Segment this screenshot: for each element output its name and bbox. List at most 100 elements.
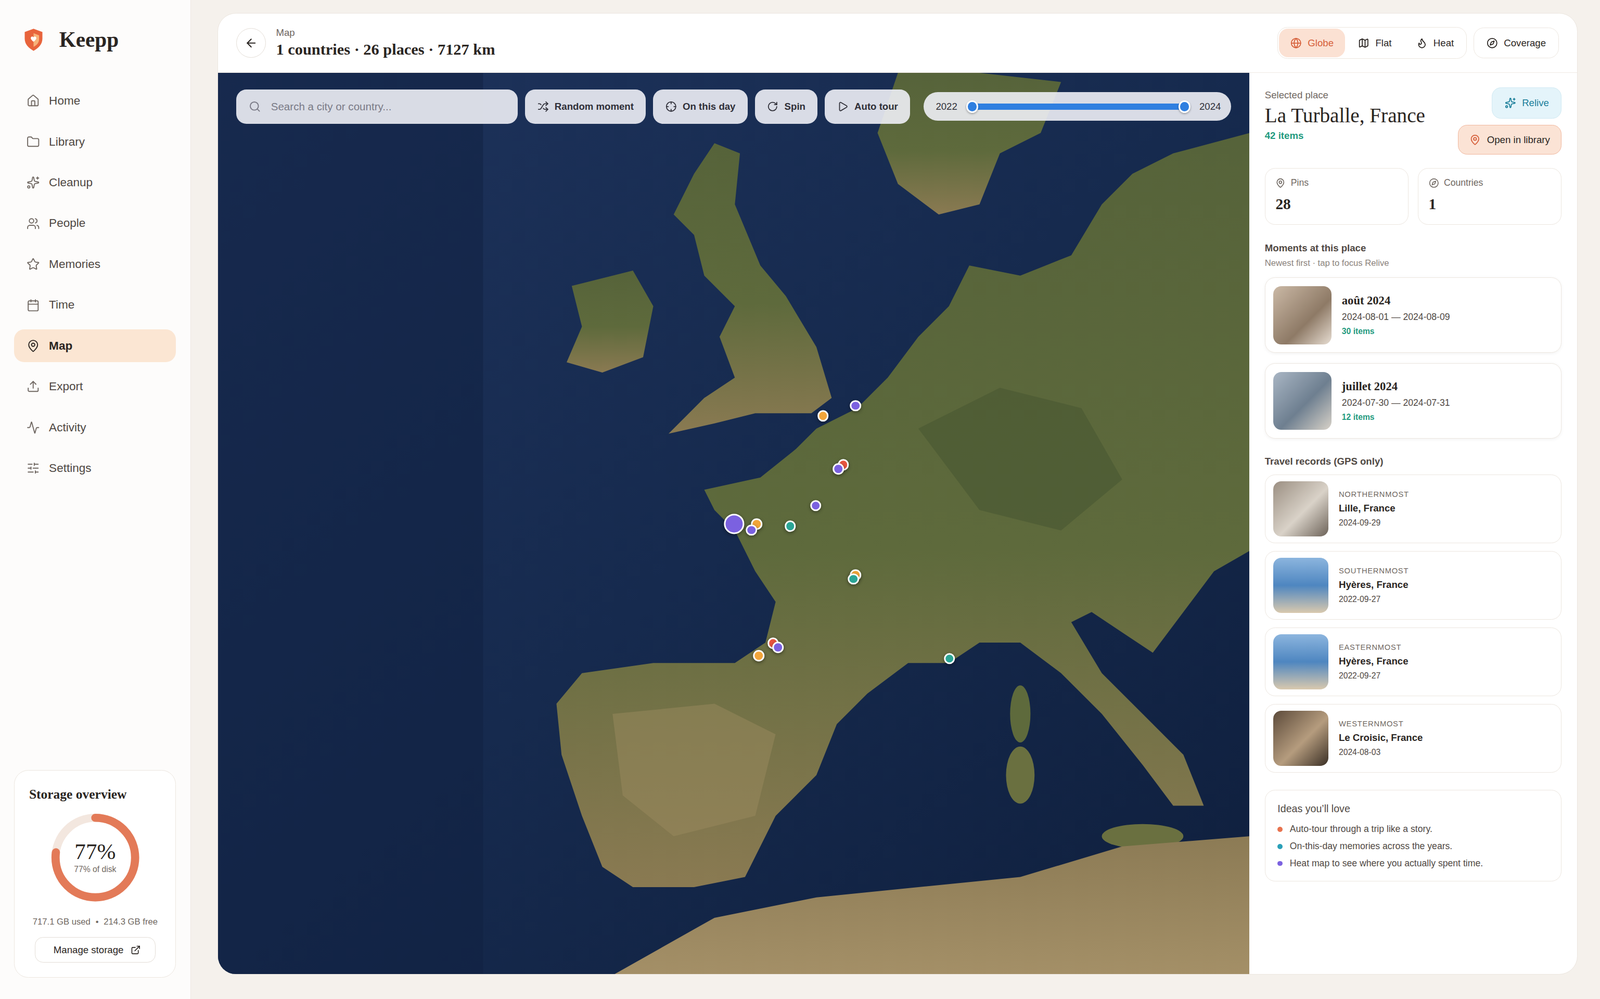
place-title: La Turballe, France (1264, 103, 1426, 127)
moment-photo (1273, 372, 1332, 431)
coverage-button[interactable]: Coverage (1473, 27, 1559, 59)
search-icon (248, 100, 262, 113)
search-input[interactable] (269, 99, 506, 114)
sidebar-item[interactable]: Settings (14, 452, 176, 485)
sidebar-item[interactable]: Library (14, 125, 176, 159)
range-thumb[interactable] (1178, 100, 1192, 113)
view-switch: GlobeFlatHeat (1277, 27, 1467, 59)
idea-row: Auto-tour through a trip like a story. (1277, 823, 1550, 835)
sidebar-item[interactable]: Cleanup (14, 166, 176, 200)
map-pin[interactable] (784, 520, 797, 532)
logo-icon (20, 26, 47, 54)
map-action-button[interactable]: Auto tour (824, 89, 911, 125)
storage-title: Storage overview (29, 786, 127, 803)
back-button[interactable] (236, 28, 266, 58)
map-pin[interactable] (817, 410, 829, 422)
activity-icon (26, 420, 40, 434)
compass-icon (1428, 177, 1440, 189)
shuffle-icon (537, 100, 549, 113)
record-photo (1273, 481, 1329, 537)
map-pin[interactable] (810, 500, 822, 512)
storage-caption: 77% of disk (73, 864, 117, 875)
view-tab[interactable]: Flat (1347, 28, 1404, 58)
manage-storage-button[interactable]: Manage storage (34, 937, 157, 963)
moment-card[interactable]: août 20242024-08-01 — 2024-08-0930 items (1264, 277, 1563, 353)
moment-photo (1273, 286, 1332, 345)
stat-card: Pins28 (1264, 168, 1410, 226)
map-action-button[interactable]: Random moment (525, 89, 647, 125)
storage-meta: 717.1 GB used•214.3 GB free (32, 916, 158, 928)
compass-icon (1486, 37, 1499, 49)
stat-card: Countries1 (1417, 168, 1563, 226)
place-count: 42 items (1264, 130, 1426, 142)
map-pin[interactable] (832, 463, 844, 475)
sidebar-item[interactable]: Export (14, 370, 176, 404)
sparkles-icon (1504, 97, 1517, 109)
map-pin[interactable] (848, 573, 860, 585)
map-pin-icon (26, 339, 40, 353)
records-title: Travel records (GPS only) (1264, 455, 1563, 468)
sidebar-item[interactable]: Map (14, 329, 176, 363)
main: Map1 countries · 26 places · 7127 kmGlob… (190, 0, 1600, 999)
sidebar-item[interactable]: Activity (14, 411, 176, 444)
map[interactable]: Random momentOn this daySpinAuto tour 202… (218, 72, 1250, 975)
map-toolbar: Random momentOn this daySpinAuto tour 202… (236, 89, 1232, 125)
people-icon (26, 216, 40, 230)
folder-icon (26, 135, 40, 149)
range-thumb[interactable] (966, 100, 979, 113)
storage-ring: 77%77% of disk (48, 810, 143, 905)
record-photo (1273, 634, 1329, 690)
search-box[interactable] (236, 89, 518, 125)
record-card[interactable]: WESTERNMOSTLe Croisic, France2024-08-03 (1264, 704, 1563, 773)
map-pin[interactable] (850, 400, 862, 412)
record-card[interactable]: NORTHERNMOSTLille, France2024-09-29 (1264, 474, 1563, 543)
arrow-left-icon (244, 36, 258, 50)
range-from: 2022 (935, 100, 957, 113)
record-photo (1273, 557, 1329, 613)
bullet-dot (1277, 843, 1283, 850)
year-range: 2022 2024 (923, 92, 1232, 121)
stat-value: 1 (1428, 195, 1552, 213)
open-library-button[interactable]: Open in library (1457, 124, 1563, 155)
sidebar-item[interactable]: Home (14, 84, 176, 118)
map-action-button[interactable]: On this day (653, 89, 748, 125)
map-card: Map1 countries · 26 places · 7127 kmGlob… (217, 13, 1578, 975)
storage-card: Storage overview 77%77% of disk 717.1 GB u… (14, 770, 176, 978)
logo[interactable]: Keepp (14, 24, 176, 56)
view-tab[interactable]: Globe (1278, 28, 1345, 58)
star-icon (26, 257, 40, 271)
record-card[interactable]: EASTERNMOSTHyères, France2022-09-27 (1264, 627, 1563, 696)
range-to: 2024 (1199, 100, 1221, 113)
header-title: 1 countries · 26 places · 7127 km (275, 40, 495, 59)
flame-icon (1416, 37, 1428, 49)
sidebar-item[interactable]: Time (14, 288, 176, 322)
relive-button[interactable]: Relive (1491, 87, 1562, 120)
map-action-button[interactable]: Spin (754, 89, 818, 125)
sidebar-nav: Home Library Cleanup People Memories Time Map E… (14, 84, 176, 485)
map-pin[interactable] (772, 642, 785, 654)
view-tab[interactable]: Heat (1404, 28, 1466, 58)
record-photo (1273, 710, 1329, 766)
export-icon (26, 379, 40, 393)
map-pin[interactable] (943, 653, 956, 665)
record-card[interactable]: SOUTHERNMOSTHyères, France2022-09-27 (1264, 551, 1563, 620)
storage-percent: 77% (74, 840, 116, 863)
ideas-card: Ideas you’ll loveAuto-tour through a tri… (1264, 789, 1563, 882)
calendar-icon (26, 298, 40, 312)
map-pin[interactable] (746, 524, 758, 536)
place-panel: Selected place La Turballe, France 42 item… (1249, 72, 1578, 975)
moments-subtitle: Newest first · tap to focus Relive (1264, 258, 1563, 269)
idea-row: On-this-day memories across the years. (1277, 840, 1550, 852)
globe-icon (1290, 37, 1302, 49)
crosshair-icon (665, 100, 677, 113)
range-fill (972, 103, 1185, 110)
sidebar: Keepp Home Library Cleanup People Memories Tim… (0, 0, 191, 999)
map-pin[interactable] (752, 649, 765, 662)
sidebar-item[interactable]: People (14, 207, 176, 240)
moment-card[interactable]: juillet 20242024-07-30 — 2024-07-3112 it… (1264, 363, 1563, 439)
sliders-icon (26, 461, 40, 475)
panel-eyebrow: Selected place (1264, 89, 1426, 101)
sidebar-item[interactable]: Memories (14, 248, 176, 281)
range-track[interactable] (965, 103, 1192, 110)
logo-text: Keepp (59, 27, 119, 53)
